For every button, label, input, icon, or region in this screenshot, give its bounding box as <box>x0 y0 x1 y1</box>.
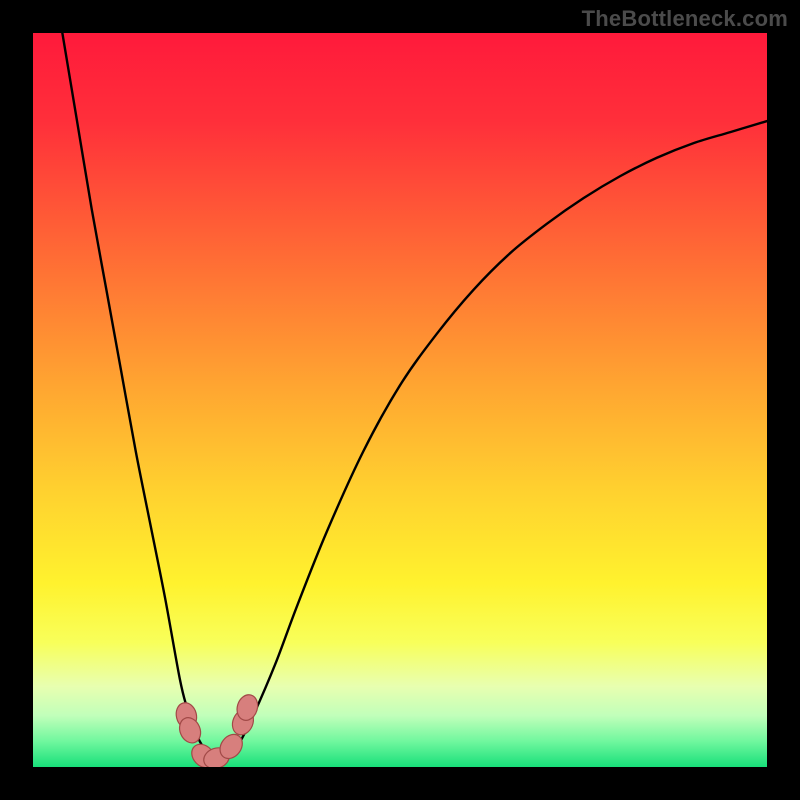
attribution-text: TheBottleneck.com <box>582 6 788 32</box>
chart-svg <box>0 0 800 800</box>
plot-background <box>33 33 767 767</box>
chart-frame: TheBottleneck.com <box>0 0 800 800</box>
